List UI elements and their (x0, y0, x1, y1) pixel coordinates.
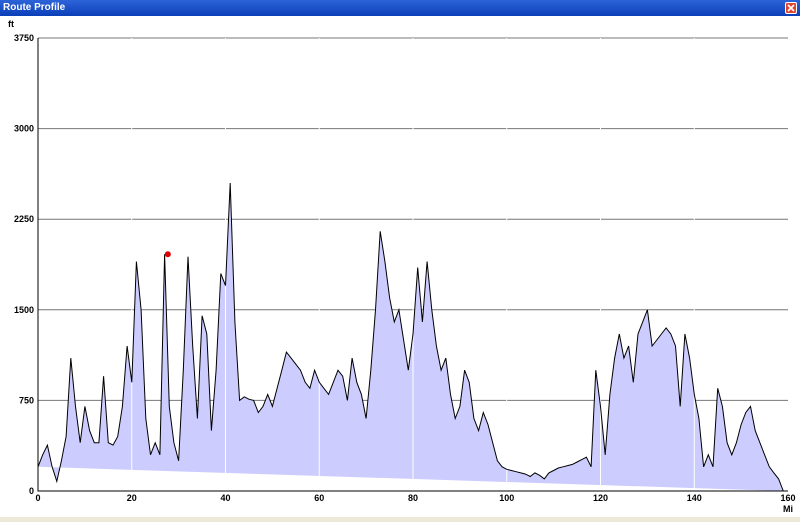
x-tick-label: 80 (408, 493, 418, 503)
x-tick-label: 160 (780, 493, 795, 503)
route-profile-chart: 0 750 1500 2250 3000 3750 0 20 40 60 80 100 120 140 16… (8, 19, 796, 514)
x-tick-label: 20 (127, 493, 137, 503)
y-tick-label: 3750 (14, 33, 34, 43)
window-title: Route Profile (3, 2, 66, 13)
x-axis-label: Mi (783, 504, 793, 514)
x-tick-label: 100 (499, 493, 514, 503)
y-tick-label: 0 (29, 486, 34, 496)
x-tick-label: 0 (35, 493, 40, 503)
position-marker (164, 251, 171, 258)
x-tick-label: 40 (220, 493, 230, 503)
y-tick-label: 3000 (14, 124, 34, 134)
title-bar: Route Profile (0, 0, 800, 17)
x-tick-label: 60 (314, 493, 324, 503)
y-tick-label: 2250 (14, 214, 34, 224)
close-icon (787, 4, 795, 12)
y-tick-label: 1500 (14, 305, 34, 315)
y-tick-label: 750 (19, 395, 34, 405)
y-axis-label: ft (8, 19, 14, 29)
close-button[interactable] (785, 2, 797, 14)
chart-container: 0 750 1500 2250 3000 3750 0 20 40 60 80 100 120 140 16… (0, 16, 800, 517)
x-tick-label: 120 (593, 493, 608, 503)
x-tick-label: 140 (687, 493, 702, 503)
